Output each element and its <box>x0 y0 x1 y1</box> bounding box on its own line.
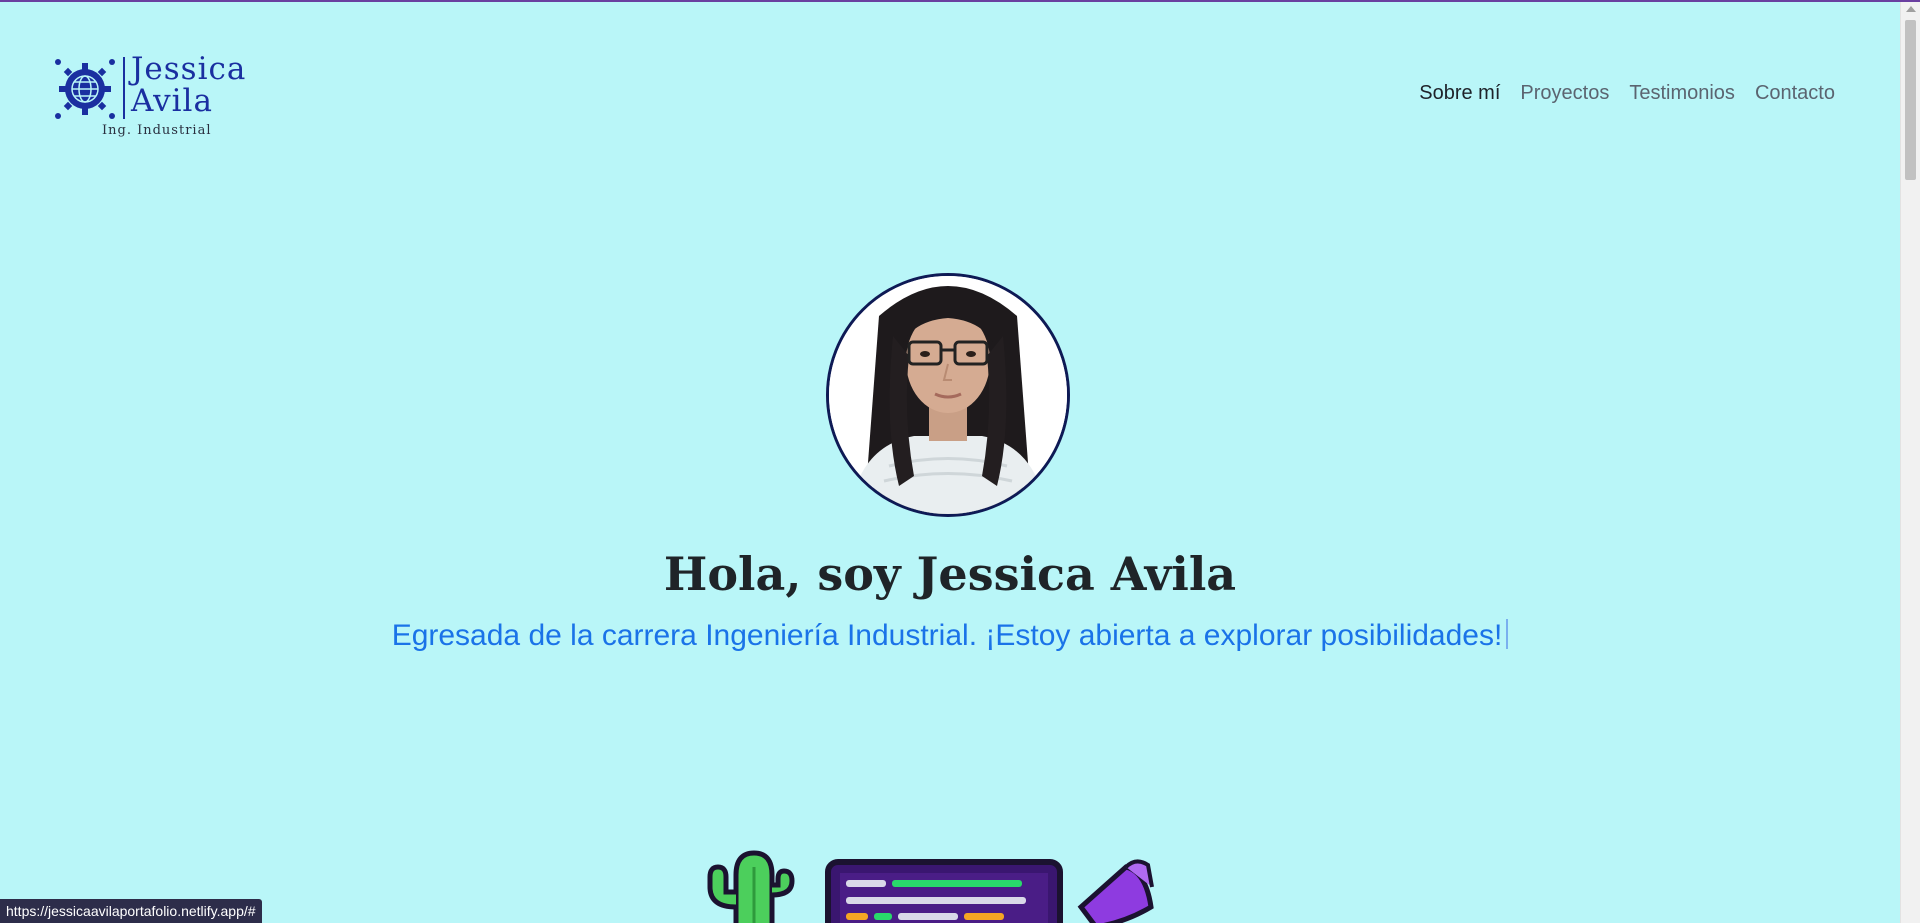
nav-proyectos[interactable]: Proyectos <box>1520 82 1609 105</box>
nav-testimonios[interactable]: Testimonios <box>1629 82 1735 105</box>
main-nav: Sobre mí Proyectos Testimonios Contacto <box>1419 82 1835 105</box>
logo-name-line1: Jessica <box>131 51 247 87</box>
profile-portrait-image <box>829 276 1067 514</box>
typing-cursor <box>1506 619 1509 649</box>
profile-photo <box>826 273 1070 517</box>
logo-name: Jessica Avila <box>131 53 246 117</box>
laptop-icon <box>825 859 1063 923</box>
scrollbar-thumb[interactable] <box>1905 20 1916 180</box>
page: Jessica Avila Ing. Industrial Sobre mí P… <box>0 0 1920 923</box>
hero-subtitle: Egresada de la carrera Ingeniería Indust… <box>0 619 1900 653</box>
logo-divider <box>123 57 125 119</box>
desk-lamp-icon <box>1077 859 1154 923</box>
scroll-up-arrow-icon[interactable] <box>1906 6 1916 12</box>
nav-sobre-mi[interactable]: Sobre mí <box>1419 82 1500 105</box>
site-logo[interactable]: Jessica Avila Ing. Industrial <box>55 53 255 147</box>
hero-subtitle-text: Egresada de la carrera Ingeniería Indust… <box>391 619 1503 652</box>
logo-subtitle: Ing. Industrial <box>102 123 212 138</box>
logo-name-line2: Avila <box>131 83 213 119</box>
workspace-illustration <box>707 850 1154 923</box>
globe-gear-icon <box>55 59 115 119</box>
page-scrollbar[interactable] <box>1900 2 1920 923</box>
nav-contacto[interactable]: Contacto <box>1755 82 1835 105</box>
browser-status-url: https://jessicaavilaportafolio.netlify.a… <box>0 899 262 923</box>
hero-title: Hola, soy Jessica Avila <box>663 547 1237 601</box>
cactus-icon <box>707 850 795 923</box>
